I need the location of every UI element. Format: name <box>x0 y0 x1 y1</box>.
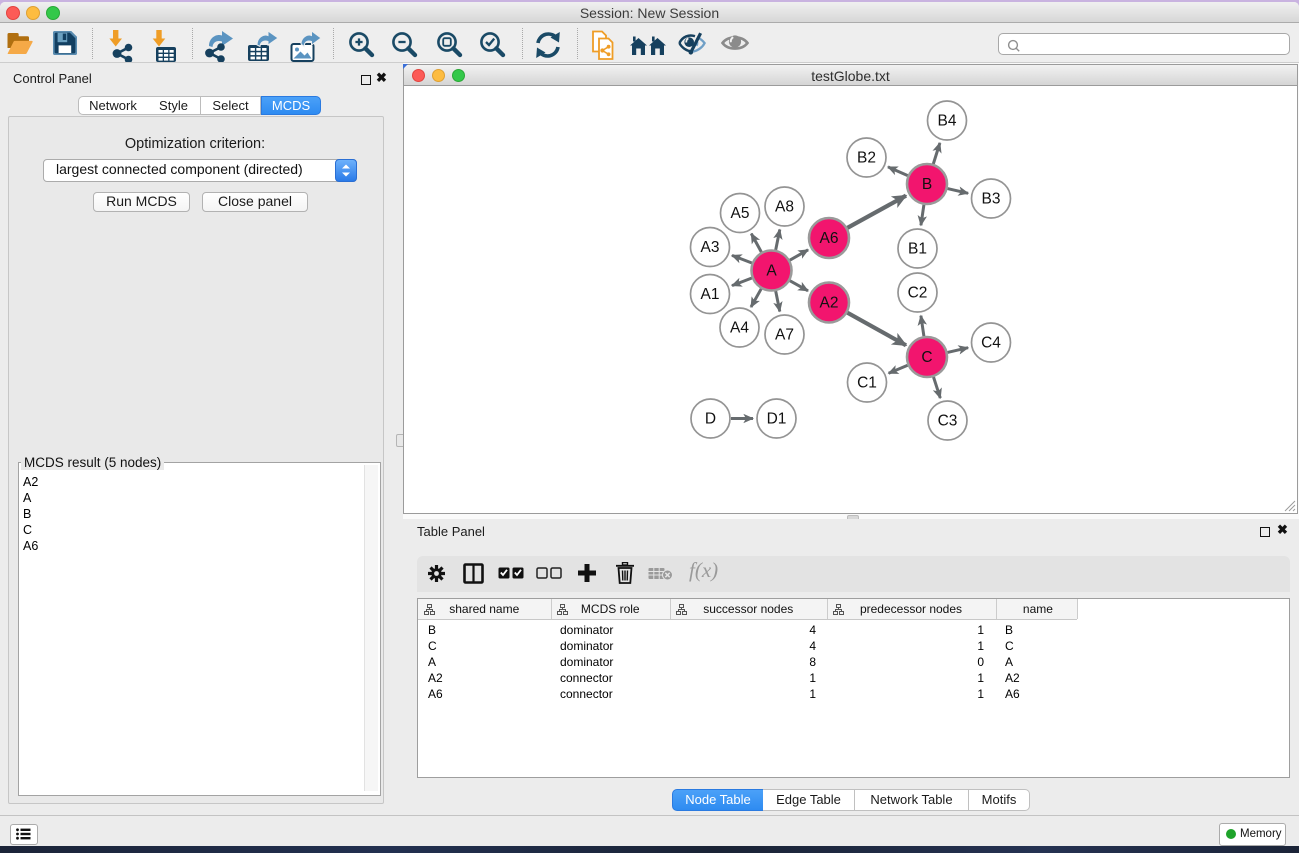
svg-text:B: B <box>922 176 932 193</box>
svg-text:A2: A2 <box>820 295 839 312</box>
svg-text:D: D <box>705 411 716 428</box>
svg-text:B4: B4 <box>938 113 957 130</box>
svg-text:A: A <box>766 263 777 280</box>
svg-text:C3: C3 <box>938 413 958 430</box>
svg-text:A3: A3 <box>701 239 720 256</box>
svg-text:B3: B3 <box>982 191 1001 208</box>
svg-text:A8: A8 <box>775 199 794 216</box>
svg-text:A1: A1 <box>701 286 720 303</box>
svg-text:C4: C4 <box>981 335 1001 352</box>
svg-text:A5: A5 <box>731 205 750 222</box>
svg-text:D1: D1 <box>767 411 787 428</box>
svg-text:C2: C2 <box>908 285 928 302</box>
svg-text:A4: A4 <box>730 320 749 337</box>
svg-text:B2: B2 <box>857 150 876 167</box>
svg-text:C: C <box>921 349 932 366</box>
svg-text:C1: C1 <box>857 375 877 392</box>
svg-text:A7: A7 <box>775 327 794 344</box>
svg-text:A6: A6 <box>820 230 839 247</box>
svg-text:B1: B1 <box>908 241 927 258</box>
